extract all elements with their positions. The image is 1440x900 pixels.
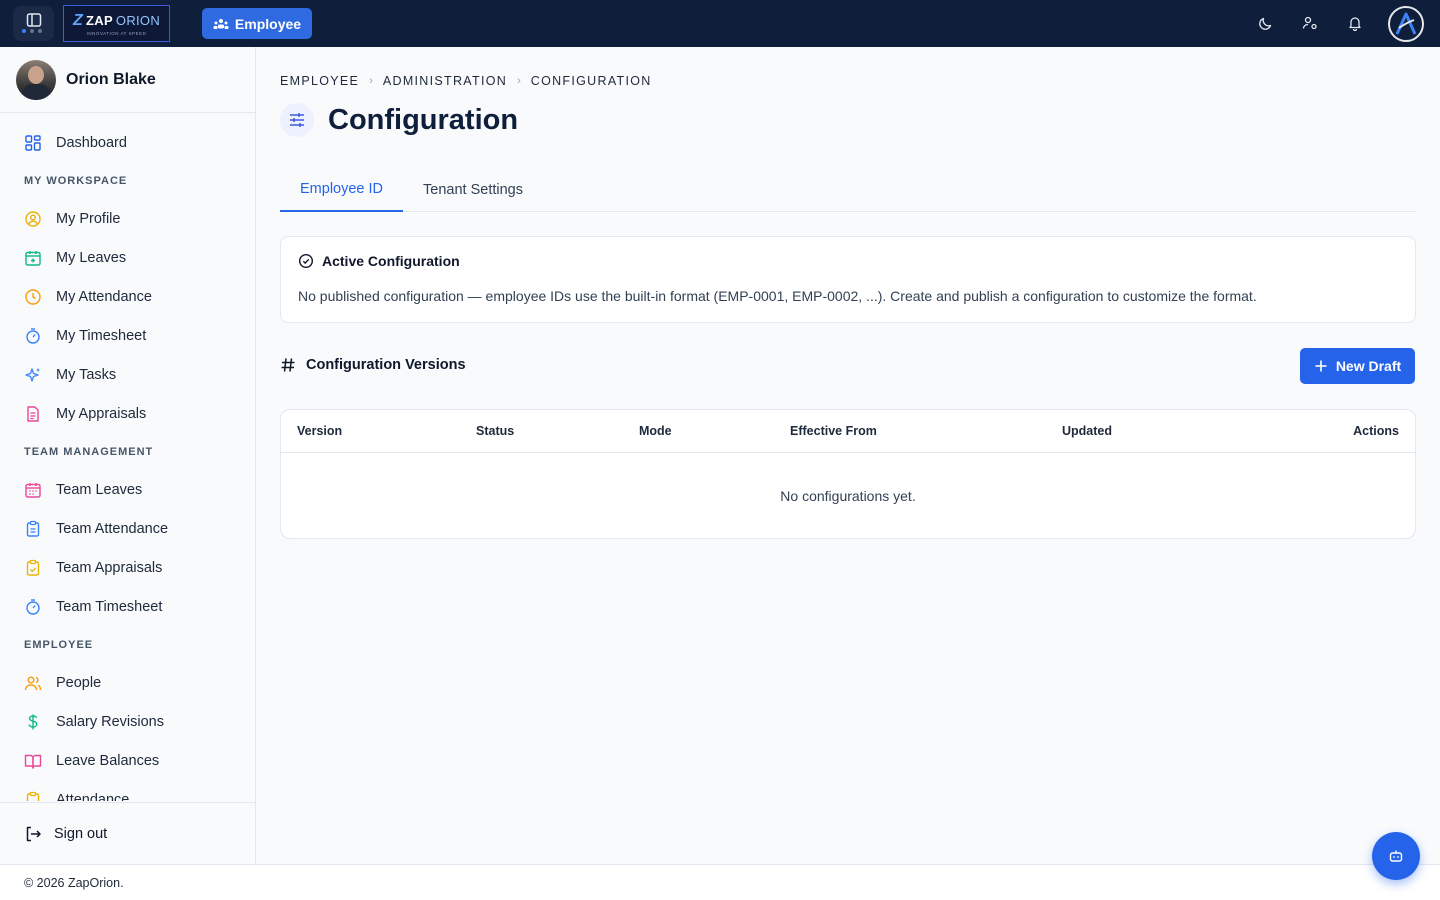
page-header: Configuration (280, 103, 518, 137)
sidebar-item-my-profile[interactable]: My Profile (0, 199, 255, 238)
zaporion-logo[interactable]: Z ZAP ORION INNOVATION AT SPEED (63, 5, 170, 42)
user-circle-icon (24, 210, 42, 228)
sidebar-item-salary-revisions[interactable]: Salary Revisions (0, 702, 255, 741)
tab-tenant-settings[interactable]: Tenant Settings (403, 167, 543, 212)
column-header-status[interactable]: Status (476, 424, 514, 438)
breadcrumb-employee[interactable]: EMPLOYEE (280, 74, 359, 88)
column-header-effective-from[interactable]: Effective From (790, 424, 877, 438)
sidebar-item-my-tasks[interactable]: My Tasks (0, 355, 255, 394)
timer-icon (24, 598, 42, 616)
top-bar: Z ZAP ORION INNOVATION AT SPEED Employee (0, 0, 1440, 47)
user-profile-block[interactable]: Orion Blake (0, 47, 255, 113)
logout-icon (26, 826, 41, 841)
timer-icon (24, 327, 42, 345)
sidebar-item-my-attendance[interactable]: My Attendance (0, 277, 255, 316)
empty-state-message: No configurations yet. (780, 488, 916, 504)
sidebar: Orion Blake Dashboard MY WORKSPACE My Pr… (0, 47, 256, 864)
theme-toggle-button[interactable] (1256, 13, 1276, 33)
footer: © 2026 ZapOrion. (0, 864, 1440, 900)
sidebar-item-dashboard[interactable]: Dashboard (0, 123, 255, 162)
active-configuration-title: Active Configuration (322, 253, 460, 269)
active-configuration-card: Active Configuration No published config… (280, 236, 1416, 323)
main-content: EMPLOYEE › ADMINISTRATION › CONFIGURATIO… (256, 47, 1440, 864)
column-header-actions: Actions (1353, 424, 1399, 438)
hash-icon (281, 358, 295, 372)
plus-icon (1315, 360, 1327, 372)
sidebar-toggle-button[interactable] (13, 6, 54, 41)
sidebar-item-team-leaves[interactable]: Team Leaves (0, 470, 255, 509)
dollar-icon (24, 713, 42, 731)
sidebar-item-my-leaves[interactable]: My Leaves (0, 238, 255, 277)
clock-icon (24, 288, 42, 306)
module-dots (22, 29, 42, 33)
assistant-chat-button[interactable] (1372, 832, 1420, 880)
sliders-icon (280, 103, 314, 137)
nav-section-employee: EMPLOYEE (24, 638, 94, 651)
sidebar-nav: Dashboard MY WORKSPACE My Profile My Lea… (0, 113, 255, 801)
calendar-icon (24, 481, 42, 499)
module-switcher-button[interactable]: Employee (202, 8, 312, 39)
table-header: Version Status Mode Effective From Updat… (281, 410, 1415, 453)
users-icon (24, 674, 42, 692)
sidebar-item-my-appraisals[interactable]: My Appraisals (0, 394, 255, 433)
breadcrumb: EMPLOYEE › ADMINISTRATION › CONFIGURATIO… (280, 74, 652, 88)
sign-out-button[interactable]: Sign out (0, 802, 255, 864)
calendar-plus-icon (24, 249, 42, 267)
sidebar-item-leave-balances[interactable]: Leave Balances (0, 741, 255, 780)
book-open-icon (24, 752, 42, 770)
sidebar-item-attendance[interactable]: Attendance (0, 780, 255, 801)
bot-icon (1389, 850, 1403, 862)
notifications-button[interactable] (1345, 13, 1365, 33)
tab-employee-id[interactable]: Employee ID (280, 167, 404, 212)
moon-icon (1259, 17, 1272, 30)
copyright-text: © 2026 ZapOrion. (24, 875, 124, 890)
chevron-right-icon: › (517, 75, 521, 87)
document-icon (24, 405, 42, 423)
page-title: Configuration (328, 103, 519, 136)
panel-icon (26, 13, 41, 27)
user-settings-button[interactable] (1300, 13, 1320, 33)
clipboard-list-icon (24, 520, 42, 538)
sidebar-item-team-attendance[interactable]: Team Attendance (0, 509, 255, 548)
active-configuration-message: No published configuration — employee ID… (298, 288, 1257, 304)
clipboard-check-icon (24, 559, 42, 577)
dashboard-icon (24, 134, 42, 152)
breadcrumb-configuration: CONFIGURATION (530, 74, 652, 88)
new-draft-button[interactable]: New Draft (1300, 348, 1415, 384)
breadcrumb-administration[interactable]: ADMINISTRATION (383, 74, 507, 88)
users-icon (213, 18, 229, 29)
user-name: Orion Blake (66, 70, 156, 88)
user-cog-icon (1302, 16, 1317, 30)
configuration-versions-header: Configuration Versions (280, 357, 466, 373)
column-header-version[interactable]: Version (297, 424, 342, 438)
sparkles-icon (24, 366, 42, 384)
column-header-updated[interactable]: Updated (1062, 424, 1112, 438)
brand-a-icon (1395, 12, 1417, 35)
bell-icon (1349, 17, 1361, 31)
configuration-versions-table: Version Status Mode Effective From Updat… (280, 409, 1416, 539)
check-circle-icon (298, 253, 314, 269)
column-header-mode[interactable]: Mode (639, 424, 672, 438)
nav-section-my-workspace: MY WORKSPACE (24, 174, 128, 187)
avatar (16, 59, 56, 100)
nav-section-team-management: TEAM MANAGEMENT (24, 445, 154, 458)
clipboard-icon (24, 791, 42, 801)
sidebar-item-my-timesheet[interactable]: My Timesheet (0, 316, 255, 355)
sidebar-item-team-timesheet[interactable]: Team Timesheet (0, 587, 255, 626)
account-avatar-button[interactable] (1388, 6, 1424, 42)
tab-bar: Employee ID Tenant Settings (280, 167, 1416, 212)
sidebar-item-people[interactable]: People (0, 663, 255, 702)
chevron-right-icon: › (369, 75, 373, 87)
sidebar-item-team-appraisals[interactable]: Team Appraisals (0, 548, 255, 587)
configuration-versions-title: Configuration Versions (306, 357, 466, 373)
